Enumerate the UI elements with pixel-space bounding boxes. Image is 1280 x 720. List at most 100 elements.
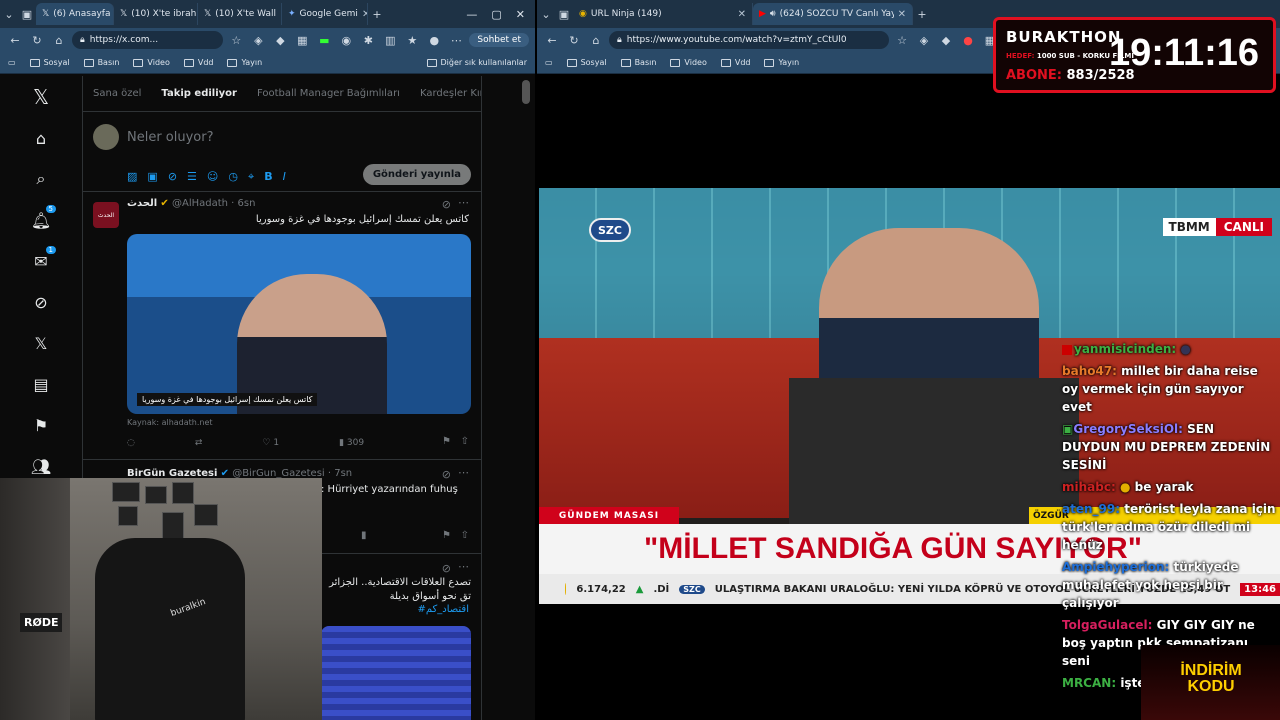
tab-url-ninja[interactable]: ◉ URL Ninja (149) ✕	[573, 3, 753, 25]
tab-for-you[interactable]: Sana özel	[93, 88, 141, 99]
split-screen-icon[interactable]: ▥	[381, 31, 399, 49]
bookmark-folder-sosyal[interactable]: Sosyal	[566, 58, 607, 67]
views-icon[interactable]: ▮	[361, 530, 367, 541]
home-icon[interactable]: ⌂	[587, 31, 605, 49]
schedule-icon[interactable]: ◷	[228, 170, 238, 184]
close-icon[interactable]: ✕	[738, 9, 746, 20]
workspaces-icon[interactable]: ▣	[555, 5, 573, 23]
avatar[interactable]	[93, 124, 119, 150]
favorite-star-icon[interactable]: ☆	[893, 31, 911, 49]
tab-actions-chevron-icon[interactable]: ⌄	[0, 5, 18, 23]
bookmark-folder-yayin[interactable]: Yayın	[764, 58, 799, 67]
poll-icon[interactable]: ☰	[187, 170, 197, 184]
extension-icon[interactable]: ◆	[271, 31, 289, 49]
tweet-handle[interactable]: @AlHadath · 6sn	[172, 198, 255, 209]
bookmark-folder-video[interactable]: Video	[670, 58, 707, 67]
bookmark-folder-basin[interactable]: Basın	[83, 58, 119, 67]
close-icon[interactable]: ✕	[898, 9, 906, 20]
more-icon[interactable]: ⋯	[458, 466, 469, 479]
x-logo-icon[interactable]: 𝕏	[30, 85, 52, 109]
extension-icon[interactable]: ◈	[249, 31, 267, 49]
favorite-star-icon[interactable]: ☆	[227, 31, 245, 49]
share-icon[interactable]: ⇧	[461, 436, 469, 447]
bookmark-icon[interactable]: ⚑	[442, 530, 451, 541]
bookmark-folder-yayin[interactable]: Yayın	[227, 58, 262, 67]
tab-kardesler[interactable]: Kardeşler Kıraath	[420, 88, 481, 99]
grok-icon[interactable]: ⊘	[442, 468, 451, 481]
bookmark-folder-video[interactable]: Video	[133, 58, 170, 67]
back-icon[interactable]: ←	[543, 31, 561, 49]
back-icon[interactable]: ←	[6, 31, 24, 49]
refresh-icon[interactable]: ↻	[28, 31, 46, 49]
premium-x-icon[interactable]: 𝕏	[30, 332, 52, 354]
media-icon[interactable]: ▨	[127, 170, 137, 184]
bookmark-folder-sosyal[interactable]: Sosyal	[29, 58, 70, 67]
new-tab-icon[interactable]: +	[368, 5, 386, 23]
extension-icon[interactable]: ◈	[915, 31, 933, 49]
minimize-icon[interactable]: —	[466, 8, 477, 21]
notifications-bell-icon[interactable]: 🔔︎ 5	[30, 205, 56, 231]
avatar[interactable]: الحدث	[93, 202, 119, 228]
refresh-icon[interactable]: ↻	[565, 31, 583, 49]
retweet-icon[interactable]: ⇄	[195, 438, 203, 448]
more-icon[interactable]: ⋯	[458, 196, 469, 209]
bookmarks-icon[interactable]: ⚑	[30, 414, 52, 436]
tweet-author[interactable]: الحدث	[127, 198, 157, 209]
post-button[interactable]: Gönderi yayınla	[362, 164, 471, 185]
tab-x-home[interactable]: 𝕏 (6) Anasayfa ✕	[36, 3, 114, 25]
communities-icon[interactable]: 👥︎	[30, 455, 52, 477]
copilot-chat-button[interactable]: Sohbet et	[469, 33, 529, 47]
extension-icon[interactable]: ◆	[937, 31, 955, 49]
url-input[interactable]: 🔒︎ https://x.com...	[72, 31, 224, 49]
tab-football-manager[interactable]: Football Manager Bağımlıları	[257, 88, 400, 99]
bookmark-icon[interactable]: ⚑	[442, 436, 451, 447]
compose-input[interactable]: Neler oluyor?	[127, 130, 214, 145]
grok-icon[interactable]: ⊘	[442, 198, 451, 211]
extension-icon[interactable]: ▦	[293, 31, 311, 49]
bookmark-folder-basin[interactable]: Basın	[620, 58, 656, 67]
extensions-puzzle-icon[interactable]: ✱	[359, 31, 377, 49]
home-icon[interactable]: ⌂	[50, 31, 68, 49]
bookmark-app-icon[interactable]: ▭	[545, 58, 553, 67]
other-bookmarks[interactable]: Diğer sık kullanılanlar	[426, 58, 527, 67]
bookmark-folder-vdd[interactable]: Vdd	[720, 58, 750, 67]
tab-gemini[interactable]: ✦ Google Gemi ✕	[282, 3, 368, 25]
tab-sozcu-live[interactable]: ▶ 🔊︎ (624) SÖZCÜ TV Canlı Yayını ✕	[753, 3, 913, 25]
grok-icon[interactable]: ⊘	[30, 291, 52, 313]
bookmark-folder-vdd[interactable]: Vdd	[183, 58, 213, 67]
tab-x-ibrah[interactable]: 𝕏 (10) X'te ibrah ✕	[114, 3, 198, 25]
extension-icon[interactable]: ◉	[337, 31, 355, 49]
italic-icon[interactable]: I	[283, 170, 286, 184]
location-icon[interactable]: ⌖	[248, 170, 254, 184]
home-icon[interactable]: ⌂	[30, 127, 52, 149]
favorites-icon[interactable]: ★	[403, 31, 421, 49]
workspaces-icon[interactable]: ▣	[18, 5, 36, 23]
explore-search-icon[interactable]: ⌕	[30, 168, 52, 190]
views-button[interactable]: ▮ 309	[339, 438, 364, 448]
tweet-image[interactable]	[321, 626, 471, 720]
tab-following[interactable]: Takip ediliyor	[161, 88, 237, 99]
bookmark-app-icon[interactable]: ▭	[8, 58, 16, 67]
extension-icon[interactable]: ●	[959, 31, 977, 49]
profile-avatar-icon[interactable]: ●	[425, 31, 443, 49]
grok-icon[interactable]: ⊘	[168, 170, 177, 184]
emoji-icon[interactable]: ☺	[207, 170, 218, 184]
like-button[interactable]: ♡ 1	[262, 438, 279, 448]
new-tab-icon[interactable]: +	[913, 5, 931, 23]
lists-icon[interactable]: ▤	[30, 373, 52, 395]
grok-icon[interactable]: ⊘	[442, 562, 451, 575]
messages-mail-icon[interactable]: ✉ 1	[30, 246, 56, 272]
tab-actions-chevron-icon[interactable]: ⌄	[537, 5, 555, 23]
hashtag[interactable]: #اقتصاد_كم	[417, 604, 469, 615]
tweet-image[interactable]: كاتس يعلن تمسك إسرائيل بوجودها في غزة وس…	[127, 234, 471, 414]
scrollbar[interactable]	[522, 80, 530, 104]
close-window-icon[interactable]: ✕	[516, 8, 525, 21]
url-input[interactable]: 🔒︎ https://www.youtube.com/watch?v=ztmY_…	[609, 31, 889, 49]
extension-icon[interactable]: ▬	[315, 31, 333, 49]
more-icon[interactable]: ⋯	[447, 31, 465, 49]
reply-icon[interactable]: ◌	[127, 438, 135, 448]
share-icon[interactable]: ⇧	[461, 530, 469, 541]
gif-icon[interactable]: ▣	[147, 170, 157, 184]
link-source[interactable]: Kaynak: alhadath.net	[127, 418, 213, 427]
speaker-icon[interactable]: 🔊︎	[770, 9, 776, 19]
